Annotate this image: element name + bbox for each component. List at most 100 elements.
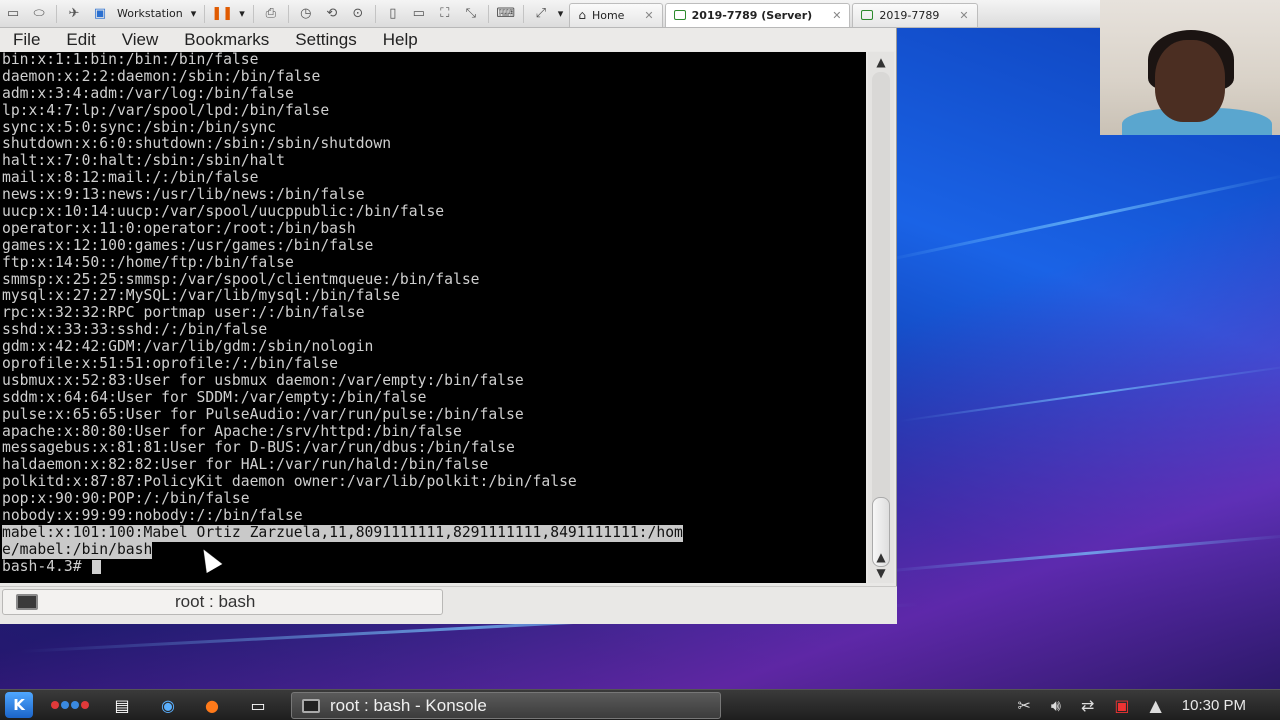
library-view-icon[interactable]: ▯ xyxy=(380,3,406,25)
kde-menu-icon[interactable]: K xyxy=(5,692,33,718)
vm-icon xyxy=(861,10,874,20)
prompt-line[interactable]: bash-4.3# xyxy=(2,559,866,576)
chevron-down-icon[interactable]: ▾ xyxy=(554,7,568,20)
revert-snapshot-icon[interactable]: ⟲ xyxy=(319,3,345,25)
console-view-icon[interactable]: ▭ xyxy=(0,3,26,25)
session-tabbar: root : bash xyxy=(0,586,897,624)
terminal-line: smmsp:x:25:25:smmsp:/var/spool/clientmqu… xyxy=(2,271,480,288)
snapshot-icon[interactable]: ◷ xyxy=(293,3,319,25)
scroll-up-icon[interactable]: ▲ xyxy=(873,54,889,70)
terminal-line: games:x:12:100:games:/usr/games:/bin/fal… xyxy=(2,237,374,254)
unity-icon[interactable]: ⤡ xyxy=(458,3,484,25)
close-icon[interactable]: ✕ xyxy=(959,9,968,22)
vmware-toolbar: ▭ ⬭ ✈ ▣ Workstation ▾ ❚❚ ▾ ⎙ ◷ ⟲ ⊙ ▯ ▭ ⛶… xyxy=(0,0,1100,28)
terminal-scrollbar[interactable]: ▲ ▲ ▼ xyxy=(868,52,894,583)
terminal-line: rpc:x:32:32:RPC portmap user:/:/bin/fals… xyxy=(2,305,365,322)
chevron-down-icon[interactable]: ▾ xyxy=(187,7,201,20)
session-tab-label: root : bash xyxy=(175,592,256,611)
terminal-line: mysql:x:27:27:MySQL:/var/lib/mysql:/bin/… xyxy=(2,288,400,305)
scroll-track[interactable] xyxy=(872,72,890,542)
stretch-icon[interactable]: ⤢ xyxy=(528,3,554,25)
menu-view[interactable]: View xyxy=(109,28,172,51)
session-tab[interactable]: root : bash xyxy=(2,589,443,615)
terminal-line: ftp:x:14:50::/home/ftp:/bin/false xyxy=(2,254,294,271)
terminal-line: usbmux:x:52:83:User for usbmux daemon:/v… xyxy=(2,372,524,389)
menu-file[interactable]: File xyxy=(0,28,53,51)
tab-label: 2019-7789 (Server) xyxy=(691,8,813,22)
terminal-icon[interactable]: ▭ xyxy=(243,691,273,719)
terminal-line: messagebus:x:81:81:User for D-BUS:/var/r… xyxy=(2,440,515,457)
scroll-down-icon[interactable]: ▼ xyxy=(873,565,889,581)
text-cursor xyxy=(92,559,102,574)
terminal-line: uucp:x:10:14:uucp:/var/spool/uucppublic:… xyxy=(2,204,445,221)
terminal-line: mail:x:8:12:mail:/:/bin/false xyxy=(2,170,259,187)
workstation-menu[interactable]: Workstation xyxy=(113,7,187,20)
vm-icon xyxy=(673,10,686,20)
terminal-line: oprofile:x:51:51:oprofile:/:/bin/false xyxy=(2,356,339,373)
terminal-line: pop:x:90:90:POP:/:/bin/false xyxy=(2,491,250,508)
terminal-line: news:x:9:13:news:/usr/lib/news:/bin/fals… xyxy=(2,187,365,204)
selected-text[interactable]: e/mabel:/bin/bash xyxy=(2,541,153,559)
menu-settings[interactable]: Settings xyxy=(282,28,369,51)
taskbar: K ▤ ◉ ● ▭ root : bash - Konsole ✂ 🔊︎ ⇄ ▣… xyxy=(0,689,1280,720)
terminal-icon xyxy=(16,594,38,610)
terminal-line: operator:x:11:0:operator:/root:/bin/bash xyxy=(2,220,356,237)
terminal-output[interactable]: bin:x:1:1:bin:/bin:/bin/false daemon:x:2:… xyxy=(0,52,866,583)
clock[interactable]: 10:30 PM xyxy=(1182,697,1246,714)
browser-icon[interactable]: ◉ xyxy=(153,691,183,719)
tab-label: 2019-7789 xyxy=(879,8,940,22)
terminal-line: halt:x:7:0:halt:/sbin:/sbin/halt xyxy=(2,153,285,170)
tools-icon[interactable]: ✂ xyxy=(1017,696,1030,715)
terminal-line: gdm:x:42:42:GDM:/var/lib/gdm:/sbin/nolog… xyxy=(2,339,374,356)
terminal-line: sddm:x:64:64:User for SDDM:/var/empty:/b… xyxy=(2,389,427,406)
full-screen-icon[interactable]: ⛶ xyxy=(432,3,458,25)
file-manager-icon[interactable]: ▤ xyxy=(107,691,137,719)
system-tray: ✂ 🔊︎ ⇄ ▣ ▲ 10:30 PM xyxy=(1007,690,1280,720)
workstation-icon[interactable]: ▣ xyxy=(87,3,113,25)
selected-text[interactable]: mabel:x:101:100:Mabel Ortiz Zarzuela,11,… xyxy=(2,524,683,542)
firefox-icon[interactable]: ● xyxy=(197,691,227,719)
close-icon[interactable]: ✕ xyxy=(644,9,653,22)
terminal-line: pulse:x:65:65:User for PulseAudio:/var/r… xyxy=(2,406,524,423)
taskbar-item-label: root : bash - Konsole xyxy=(330,695,487,715)
scroll-up-icon[interactable]: ▲ xyxy=(873,549,889,565)
activity-dots-icon[interactable] xyxy=(51,701,89,709)
terminal-icon xyxy=(302,698,320,713)
prompt: bash-4.3# xyxy=(2,558,91,575)
menu-bookmarks[interactable]: Bookmarks xyxy=(171,28,282,51)
tab-label: Home xyxy=(591,8,625,22)
webcam-overlay xyxy=(1100,0,1280,135)
terminal-icon[interactable]: ⌨ xyxy=(493,3,519,25)
terminal-line: sshd:x:33:33:sshd:/:/bin/false xyxy=(2,322,268,339)
terminal-line: bin:x:1:1:bin:/bin:/bin/false xyxy=(2,52,259,68)
konsole-window: File Edit View Bookmarks Settings Help b… xyxy=(0,28,897,624)
display-icon[interactable]: ▣ xyxy=(1114,696,1129,715)
chevron-down-icon[interactable]: ▾ xyxy=(235,7,249,20)
pause-icon[interactable]: ❚❚ xyxy=(209,3,235,25)
menu-edit[interactable]: Edit xyxy=(53,28,108,51)
terminal-line: polkitd:x:87:87:PolicyKit daemon owner:/… xyxy=(2,474,577,491)
fullscreen-toggle-icon[interactable]: ⬭ xyxy=(26,3,52,25)
terminal-line: haldaemon:x:82:82:User for HAL:/var/run/… xyxy=(2,457,489,474)
thumbnail-view-icon[interactable]: ▭ xyxy=(406,3,432,25)
close-icon[interactable]: ✕ xyxy=(832,9,841,22)
terminal-line: adm:x:3:4:adm:/var/log:/bin/false xyxy=(2,85,294,102)
snapshot-manager-icon[interactable]: ⊙ xyxy=(345,3,371,25)
taskbar-item-konsole[interactable]: root : bash - Konsole xyxy=(291,692,721,719)
terminal-line: shutdown:x:6:0:shutdown:/sbin:/sbin/shut… xyxy=(2,136,392,153)
terminal-line: sync:x:5:0:sync:/sbin:/bin/sync xyxy=(2,119,277,136)
home-icon: ⌂ xyxy=(578,8,586,22)
tab-server[interactable]: 2019-7789 (Server) ✕ xyxy=(664,2,851,27)
menubar: File Edit View Bookmarks Settings Help xyxy=(0,28,896,51)
tab-client[interactable]: 2019-7789 ✕ xyxy=(852,2,978,27)
terminal-line: apache:x:80:80:User for Apache:/srv/http… xyxy=(2,423,462,440)
terminal-line: lp:x:4:7:lp:/var/spool/lpd:/bin/false xyxy=(2,102,330,119)
network-icon[interactable]: ⇄ xyxy=(1081,696,1094,715)
tab-home[interactable]: ⌂ Home ✕ xyxy=(569,2,663,27)
terminal-line: daemon:x:2:2:daemon:/sbin:/bin/false xyxy=(2,68,321,85)
volume-icon[interactable]: 🔊︎ xyxy=(1051,696,1061,716)
pin-icon[interactable]: ✈ xyxy=(61,3,87,25)
send-ctrl-alt-del-icon[interactable]: ⎙ xyxy=(258,3,284,25)
chevron-up-icon[interactable]: ▲ xyxy=(1149,696,1161,715)
menu-help[interactable]: Help xyxy=(370,28,431,51)
